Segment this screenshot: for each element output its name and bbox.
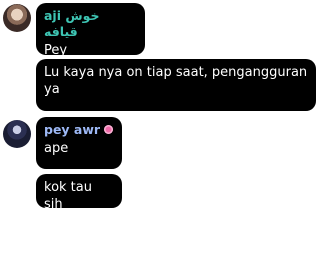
avatar[interactable] [3,120,31,148]
message-text: Lu kaya nya on tiap saat, pengangguran y… [44,65,308,97]
message-text: kok tau sih [44,180,92,212]
flower-badge-icon [104,125,114,134]
sender-name[interactable]: pey awr [44,122,100,137]
message-bubble[interactable]: pey awr ape [36,117,122,169]
message-bubble[interactable]: aji خوش قيافه Pey [36,3,145,58]
sender-name-row: pey awr [44,122,114,138]
chat-thread: aji خوش قيافه Pey Lu kaya nya on tiap sa… [0,0,320,260]
message-text: ape [44,141,69,156]
avatar[interactable] [3,4,31,32]
message-bubble[interactable]: kok tau sih [36,174,122,212]
message-bubble[interactable]: Lu kaya nya on tiap saat, pengangguran y… [36,59,316,111]
sender-name[interactable]: aji خوش قيافه [44,8,137,40]
message-text: Pey [44,43,68,58]
